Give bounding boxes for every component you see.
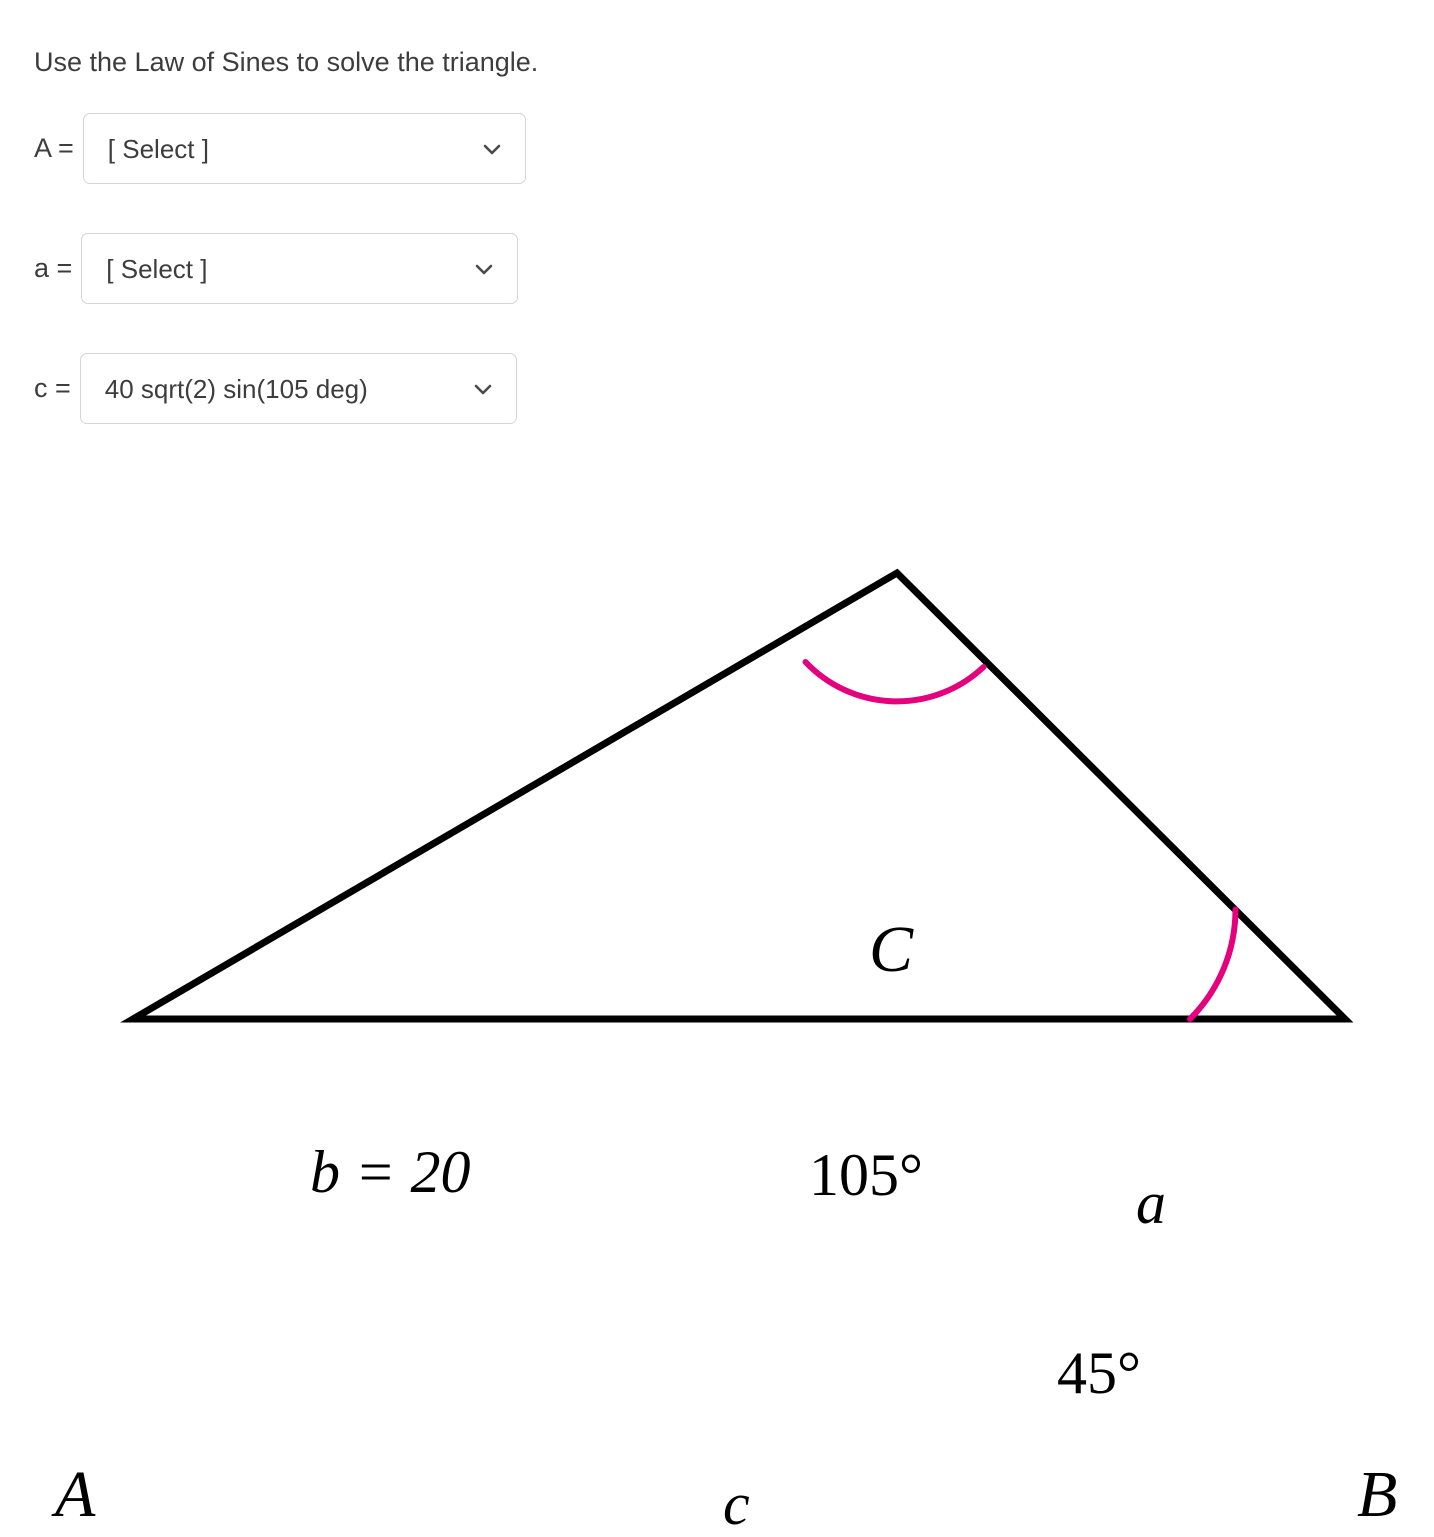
select-A-value: [ Select ]: [107, 133, 209, 164]
select-c-value: 40 sqrt(2) sin(105 deg): [104, 373, 368, 404]
chevron-down-icon: [470, 376, 496, 402]
select-a[interactable]: [ Select ]: [81, 233, 519, 304]
field-row-c: c = 40 sqrt(2) sin(105 deg): [34, 353, 517, 424]
side-label-b: b = 20: [310, 1139, 471, 1205]
chevron-down-icon: [471, 256, 497, 282]
select-A[interactable]: [ Select ]: [82, 113, 526, 184]
select-c[interactable]: 40 sqrt(2) sin(105 deg): [79, 353, 517, 424]
field-row-A: A = [ Select ]: [34, 113, 526, 184]
angle-arc-B: [1187, 906, 1239, 1022]
field-row-a: a = [ Select ]: [34, 233, 519, 304]
field-label-a: a =: [34, 253, 73, 283]
vertex-label-A: A: [55, 1458, 96, 1531]
side-label-a: a: [1136, 1170, 1166, 1236]
select-a-value: [ Select ]: [106, 253, 208, 284]
field-label-c: c =: [34, 373, 71, 403]
field-label-A: A =: [34, 133, 74, 163]
angle-label-B: 45°: [1057, 1340, 1141, 1406]
vertex-label-C: C: [869, 913, 914, 986]
triangle-diagram: C A B b = 20 a c 105° 45°: [0, 440, 1434, 1534]
triangle-graphic: [120, 568, 1354, 1023]
angle-arc-C: [802, 659, 987, 705]
side-label-c: c: [723, 1471, 750, 1537]
page-title: Use the Law of Sines to solve the triang…: [34, 47, 539, 77]
chevron-down-icon: [479, 136, 505, 162]
angle-label-C: 105°: [809, 1142, 923, 1208]
vertex-label-B: B: [1357, 1458, 1398, 1531]
triangle-outline: [120, 568, 1354, 1023]
